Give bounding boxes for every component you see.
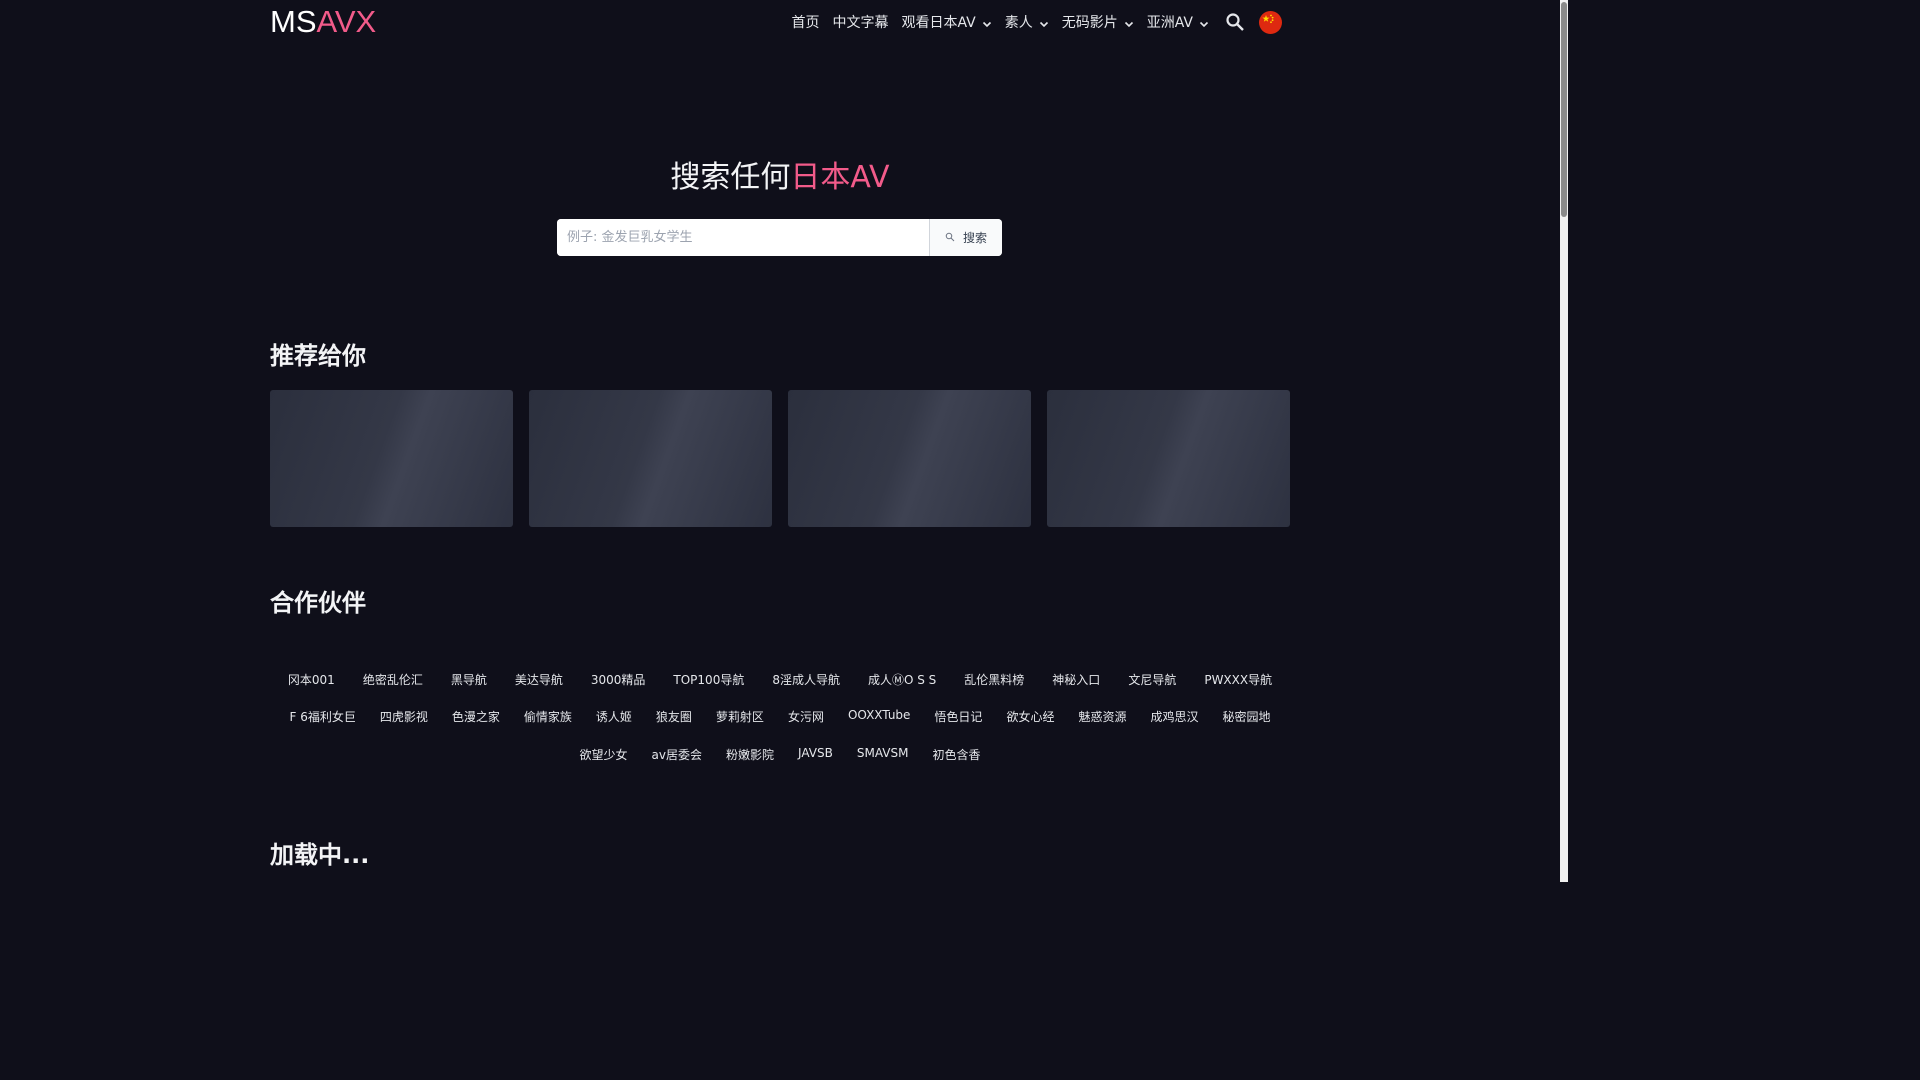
hero-title-accent: 日本AV — [790, 160, 890, 195]
video-card[interactable] — [788, 390, 1031, 527]
page: MSAVX 首页中文字幕观看日本AV 素人 无码影片 亚洲AV 搜索任何日本AV 搜索… — [0, 0, 1568, 882]
partner-link[interactable]: 欲女心经 — [1006, 708, 1054, 725]
partner-link[interactable]: 偷情家族 — [524, 708, 572, 725]
nav-item-label: 无码影片 — [1061, 15, 1118, 31]
nav-item-label: 首页 — [791, 15, 820, 31]
partner-link[interactable]: TOP100导航 — [673, 671, 744, 688]
partner-link[interactable]: 黑导航 — [451, 671, 487, 688]
partner-link[interactable]: OOXXTube — [848, 708, 910, 725]
nav-item[interactable]: 首页 — [791, 12, 819, 32]
partner-link[interactable]: 粉嫩影院 — [726, 746, 774, 763]
partner-link[interactable]: JAVSB — [798, 746, 833, 763]
search-input[interactable] — [557, 219, 929, 256]
top-nav-bar: MSAVX 首页 中文字幕 观看日本AV 素人 无码影片 亚洲AV — [0, 0, 1560, 44]
chevron-down-icon — [982, 17, 992, 28]
nav-item[interactable]: 无码影片 — [1062, 12, 1134, 32]
nav-item-label: 中文字幕 — [832, 15, 889, 31]
partner-link[interactable]: 女污网 — [788, 708, 824, 725]
partner-link[interactable]: 欲望少女 — [580, 746, 628, 763]
chevron-down-icon — [1039, 17, 1049, 28]
hero-title-prefix: 搜索任何 — [670, 160, 791, 195]
scrollbar-thumb[interactable] — [1561, 2, 1567, 217]
partner-link[interactable]: 8淫成人导航 — [772, 671, 840, 688]
partner-link[interactable]: 文尼导航 — [1128, 671, 1176, 688]
search-button-label: 搜索 — [962, 231, 987, 245]
logo-accent: AVX — [316, 4, 377, 39]
nav-item-label: 亚洲AV — [1146, 15, 1193, 31]
partner-link[interactable]: 神秘入口 — [1052, 671, 1100, 688]
partner-link[interactable]: 四虎影视 — [380, 708, 428, 725]
partner-link[interactable]: 乱伦黑料榜 — [964, 671, 1024, 688]
partner-link[interactable]: 悟色日记 — [934, 708, 982, 725]
nav-item-label: 观看日本AV — [901, 15, 976, 31]
chevron-down-icon — [1124, 17, 1134, 28]
loading-title: 加载中... — [270, 841, 370, 869]
partner-link[interactable]: 狼友圈 — [656, 708, 692, 725]
partner-row-1: 冈本001 绝密乱伦汇 黑导航 美达导航 3000精品 TOP100导航 8淫成人导航 成人Ⓜ… — [270, 671, 1290, 688]
chevron-down-icon — [1199, 17, 1209, 28]
nav-item[interactable]: 观看日本AV — [901, 12, 991, 32]
search-form: 搜索 — [557, 219, 1002, 256]
nav-item[interactable]: 中文字幕 — [832, 12, 888, 32]
partner-link[interactable]: F 6福利女巨 — [289, 708, 355, 725]
search-button-icon — [945, 231, 955, 245]
recommended-cards — [270, 390, 1290, 527]
video-card[interactable] — [270, 390, 513, 527]
partner-link[interactable]: 绝密乱伦汇 — [363, 671, 423, 688]
search-button[interactable]: 搜索 — [929, 219, 1002, 256]
partner-link[interactable]: 初色含香 — [932, 746, 980, 763]
partner-link[interactable]: SMAVSM — [857, 746, 909, 763]
partner-link[interactable]: 诱人姬 — [596, 708, 632, 725]
partner-link[interactable]: 美达导航 — [515, 671, 563, 688]
hero-title: 搜索任何日本AV — [0, 158, 1560, 198]
nav-item[interactable]: 亚洲AV — [1147, 12, 1209, 32]
nav-item[interactable]: 素人 — [1005, 12, 1049, 32]
video-card[interactable] — [1047, 390, 1290, 527]
search-icon[interactable] — [1225, 12, 1245, 32]
partner-link[interactable]: 秘密园地 — [1222, 708, 1270, 725]
partner-link[interactable]: 3000精品 — [591, 671, 646, 688]
china-flag-icon[interactable] — [1259, 10, 1282, 34]
partner-link[interactable]: 成鸡思汉 — [1150, 708, 1198, 725]
nav-item-label: 素人 — [1004, 15, 1033, 31]
partner-link[interactable]: av居委会 — [652, 746, 702, 763]
partners-title: 合作伙伴 — [270, 589, 366, 617]
partner-link[interactable]: 萝莉射区 — [716, 708, 764, 725]
recommended-title: 推荐给你 — [270, 342, 366, 370]
partner-link[interactable]: 冈本001 — [288, 671, 335, 688]
partner-link[interactable]: 成人ⓂO S S — [868, 671, 936, 688]
partner-link[interactable]: 魅惑资源 — [1078, 708, 1126, 725]
site-logo[interactable]: MSAVX — [270, 4, 376, 40]
logo-prefix: MS — [270, 4, 317, 39]
partner-link[interactable]: PWXXX导航 — [1204, 671, 1272, 688]
partner-link[interactable]: 色漫之家 — [452, 708, 500, 725]
video-card[interactable] — [529, 390, 772, 527]
partner-row-2: F 6福利女巨 四虎影视 色漫之家 偷情家族 诱人姬 狼友圈 萝莉射区 女污网 OOXXTube… — [270, 708, 1290, 725]
main-nav: 首页 中文字幕 观看日本AV 素人 无码影片 亚洲AV — [778, 0, 1282, 44]
partner-row-3: 欲望少女 av居委会 粉嫩影院 JAVSB SMAVSM 初色含香 — [270, 746, 1290, 763]
